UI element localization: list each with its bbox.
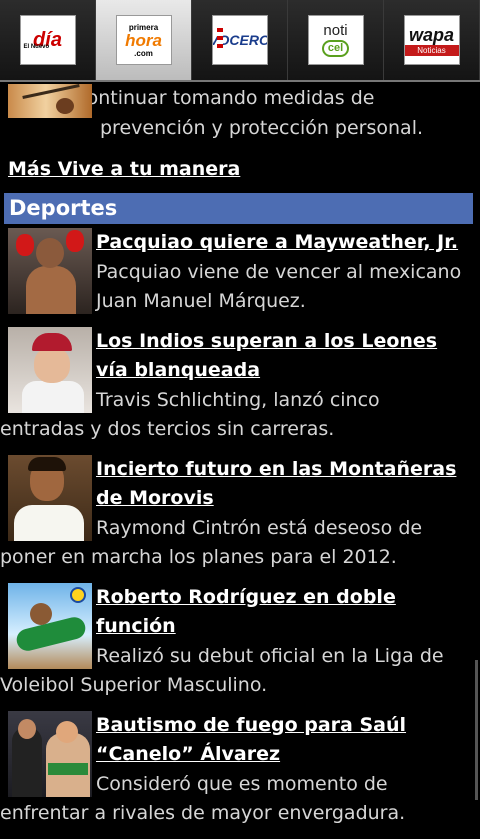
tab-wapa-noticias[interactable]: wapa Noticias — [384, 0, 480, 80]
tab-el-vocero[interactable]: VOCERO — [192, 0, 288, 80]
logo-text: wapa — [408, 24, 455, 45]
logo-text: noti — [323, 22, 348, 39]
article-thumbnail — [8, 710, 92, 797]
newspaper-tab-bar: El Nuevo día primera hora .com VOCERO no… — [0, 0, 480, 82]
scrollbar[interactable] — [475, 660, 478, 800]
logo-text-bottom: .com — [134, 48, 153, 58]
news-list: Deben continuar tomando medidas de preve… — [0, 84, 480, 839]
tab-noticel[interactable]: noti cel — [288, 0, 384, 80]
more-vive-link[interactable]: Más Vive a tu manera — [0, 149, 480, 189]
tab-el-nuevo-dia[interactable]: El Nuevo día — [0, 0, 96, 80]
article-item[interactable]: Pacquiao quiere a Mayweather, Jr. Pacqui… — [0, 228, 480, 327]
article-item[interactable]: Bautismo de fuego para Saúl “Canelo” Álv… — [0, 710, 480, 839]
article-thumbnail — [8, 228, 92, 314]
noticel-logo: noti cel — [307, 15, 364, 65]
article-thumbnail — [8, 326, 92, 413]
article-thumbnail — [8, 582, 92, 669]
flag-stripes-icon — [216, 28, 223, 48]
logo-subtext: cel — [321, 40, 350, 57]
article-item[interactable]: Roberto Rodríguez en doble función Reali… — [0, 582, 480, 711]
section-header-deportes: Deportes — [4, 193, 473, 224]
logo-text-main: hora — [125, 30, 162, 50]
el-nuevo-dia-logo: El Nuevo día — [19, 15, 76, 65]
article-thumbnail — [8, 454, 92, 541]
tab-primera-hora[interactable]: primera hora .com — [96, 0, 192, 80]
article-summary: Deben continuar tomando medidas de preve… — [8, 87, 424, 139]
logo-subtext: Noticias — [404, 44, 459, 56]
article-thumbnail — [8, 84, 92, 118]
primera-hora-logo: primera hora .com — [115, 15, 172, 65]
el-vocero-logo: VOCERO — [211, 15, 268, 65]
previous-article-tail[interactable]: Deben continuar tomando medidas de preve… — [0, 84, 480, 149]
article-item[interactable]: Los Indios superan a los Leones vía blan… — [0, 326, 480, 455]
wapa-noticias-logo: wapa Noticias — [403, 15, 460, 65]
article-item[interactable]: Incierto futuro en las Montañeras de Mor… — [0, 454, 480, 583]
logo-subtext: El Nuevo — [23, 44, 50, 50]
